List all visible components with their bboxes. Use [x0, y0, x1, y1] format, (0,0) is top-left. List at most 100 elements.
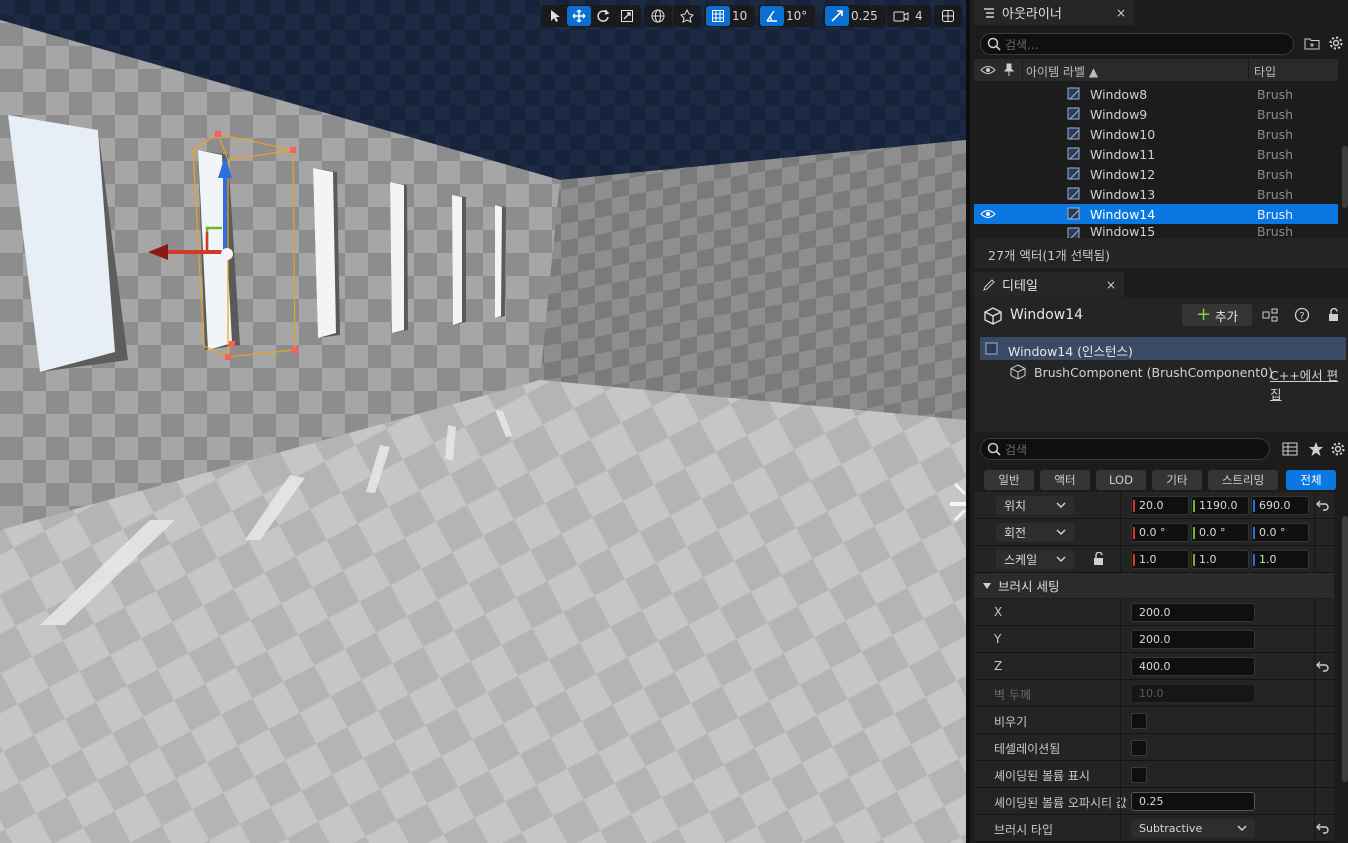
outliner-row-type: Brush	[1257, 206, 1294, 222]
outliner-row[interactable]: Window8 Brush	[974, 84, 1338, 104]
instance-row[interactable]: Window14 (인스턴스)	[980, 337, 1346, 360]
item-label-column-header[interactable]: 아이템 라벨 ▲	[1026, 63, 1098, 80]
outliner-row[interactable]: Window12 Brush	[974, 164, 1338, 184]
scale-dropdown[interactable]: 스케일	[996, 550, 1074, 569]
brush-actor-icon	[1067, 107, 1080, 120]
brush-settings-section[interactable]: 브러시 세팅	[974, 573, 1334, 598]
outliner-row[interactable]: Window9 Brush	[974, 104, 1338, 124]
pin-icon[interactable]	[1004, 63, 1014, 77]
type-column-header[interactable]: 타입	[1254, 63, 1276, 80]
scale-x-field[interactable]: 1.0	[1131, 550, 1189, 569]
brush-x-field[interactable]: 200.0	[1131, 603, 1255, 622]
outliner-row[interactable]: Window15 Brush	[974, 224, 1338, 238]
visibility-eye-icon[interactable]	[980, 64, 996, 76]
viewport-layout-icon[interactable]	[936, 6, 960, 26]
property-matrix-icon[interactable]	[1278, 438, 1302, 460]
filter-tab[interactable]: 액터	[1040, 470, 1090, 490]
add-folder-icon[interactable]	[1300, 32, 1324, 54]
display-shaded-volume-label: 셰이딩된 볼륨 표시	[994, 769, 1090, 783]
reset-to-default-icon[interactable]	[1316, 659, 1330, 673]
wall-thickness-label: 벽 두께	[994, 688, 1031, 702]
lock-icon[interactable]	[1322, 304, 1346, 326]
tab-details[interactable]: 디테일 ×	[974, 272, 1124, 297]
unlock-icon[interactable]	[1092, 552, 1106, 566]
shaded-volume-opacity-field[interactable]: 0.25	[1131, 792, 1255, 811]
rotation-dropdown[interactable]: 회전	[996, 523, 1074, 542]
outliner-scrollbar[interactable]	[1342, 146, 1348, 208]
outliner-status-bar: 27개 액터(1개 선택됨)	[974, 238, 1348, 268]
rotation-x-field[interactable]: 0.0 °	[1131, 523, 1189, 542]
viewport-scene[interactable]	[0, 0, 966, 843]
location-dropdown[interactable]: 위치	[996, 496, 1074, 515]
visibility-eye-icon[interactable]	[980, 208, 996, 220]
outliner-row[interactable]: Window10 Brush	[974, 124, 1338, 144]
location-y-field[interactable]: 1190.0	[1191, 496, 1249, 515]
display-shaded-volume-checkbox[interactable]	[1131, 767, 1147, 783]
camera-speed-value[interactable]: 4	[913, 9, 929, 23]
brush-actor-icon	[1067, 127, 1080, 140]
pencil-icon	[983, 278, 995, 291]
details-settings-gear-icon[interactable]	[1328, 438, 1348, 460]
tessellated-checkbox[interactable]	[1131, 740, 1147, 756]
add-component-button[interactable]: + 추가	[1182, 304, 1252, 326]
scale-mode-icon[interactable]	[615, 6, 639, 26]
location-z-field[interactable]: 690.0	[1251, 496, 1309, 515]
rotation-snap-icon[interactable]	[760, 6, 784, 26]
brush-type-dropdown[interactable]: Subtractive	[1131, 819, 1255, 838]
camera-speed-toolbar: 4	[887, 5, 931, 27]
wall-thickness-field: 10.0	[1131, 684, 1255, 703]
brush-x-row: X 200.0	[974, 599, 1334, 626]
outliner-row[interactable]: Window11 Brush	[974, 144, 1338, 164]
right-wall	[540, 140, 966, 420]
reset-to-default-icon[interactable]	[1316, 498, 1330, 512]
world-space-globe-icon[interactable]	[646, 6, 670, 26]
favorite-star-icon[interactable]	[1304, 438, 1328, 460]
details-search-input[interactable]: 검색	[980, 438, 1270, 460]
rotation-snap-value[interactable]: 10°	[784, 9, 813, 23]
tab-outliner[interactable]: 아웃라이너 ×	[974, 0, 1134, 25]
outliner-row-type: Brush	[1257, 126, 1294, 142]
reset-to-default-icon[interactable]	[1316, 821, 1330, 835]
filter-tab[interactable]: 전체	[1286, 470, 1336, 490]
outliner-settings-gear-icon[interactable]	[1324, 32, 1348, 54]
outliner-row-type: Brush	[1257, 166, 1294, 182]
help-icon[interactable]: ?	[1290, 304, 1314, 326]
select-mode-icon[interactable]	[543, 6, 567, 26]
close-icon[interactable]: ×	[1106, 278, 1116, 292]
collapse-triangle-icon	[983, 582, 991, 589]
grid-snap-value[interactable]: 10	[730, 9, 753, 23]
hollow-checkbox[interactable]	[1131, 713, 1147, 729]
outliner-search-input[interactable]: 검색...	[980, 33, 1294, 55]
filter-tab[interactable]: 스트리밍	[1208, 470, 1278, 490]
brush-y-field[interactable]: 200.0	[1131, 630, 1255, 649]
translate-mode-icon[interactable]	[567, 6, 591, 26]
outliner-row[interactable]: Window13 Brush	[974, 184, 1338, 204]
brush-z-field[interactable]: 400.0	[1131, 657, 1255, 676]
brush-component-label[interactable]: BrushComponent (BrushComponent0)	[1034, 365, 1273, 380]
svg-text:?: ?	[1299, 311, 1304, 322]
rotate-mode-icon[interactable]	[591, 6, 615, 26]
scale-y-field[interactable]: 1.0	[1191, 550, 1249, 569]
rotation-z-field[interactable]: 0.0 °	[1251, 523, 1309, 542]
outliner-row[interactable]: Window14 Brush	[974, 204, 1338, 224]
filter-tab[interactable]: LOD	[1096, 470, 1146, 490]
grid-snap-icon[interactable]	[706, 6, 730, 26]
scale-snap-value[interactable]: 0.25	[849, 9, 884, 23]
search-icon	[987, 442, 1001, 456]
location-x-field[interactable]: 20.0	[1131, 496, 1189, 515]
rotation-y-field[interactable]: 0.0 °	[1191, 523, 1249, 542]
close-icon[interactable]: ×	[1116, 6, 1126, 20]
surface-snap-icon[interactable]	[675, 6, 699, 26]
blueprint-icon[interactable]	[1258, 304, 1282, 326]
level-viewport[interactable]: 10 10° 0.25 4	[0, 0, 966, 843]
scale-snap-icon[interactable]	[825, 6, 849, 26]
brush-type-label: 브러시 타입	[994, 823, 1054, 837]
camera-icon[interactable]	[889, 6, 913, 26]
filter-tab[interactable]: 일반	[984, 470, 1034, 490]
filter-tab[interactable]: 기타	[1152, 470, 1202, 490]
edit-in-cpp-link[interactable]: C++에서 편집	[1270, 365, 1348, 403]
scale-z-field[interactable]: 1.0	[1251, 550, 1309, 569]
details-scrollbar[interactable]	[1342, 516, 1348, 782]
actor-name[interactable]: Window14	[1010, 307, 1083, 323]
outliner-row-name: Window15	[1090, 224, 1156, 238]
